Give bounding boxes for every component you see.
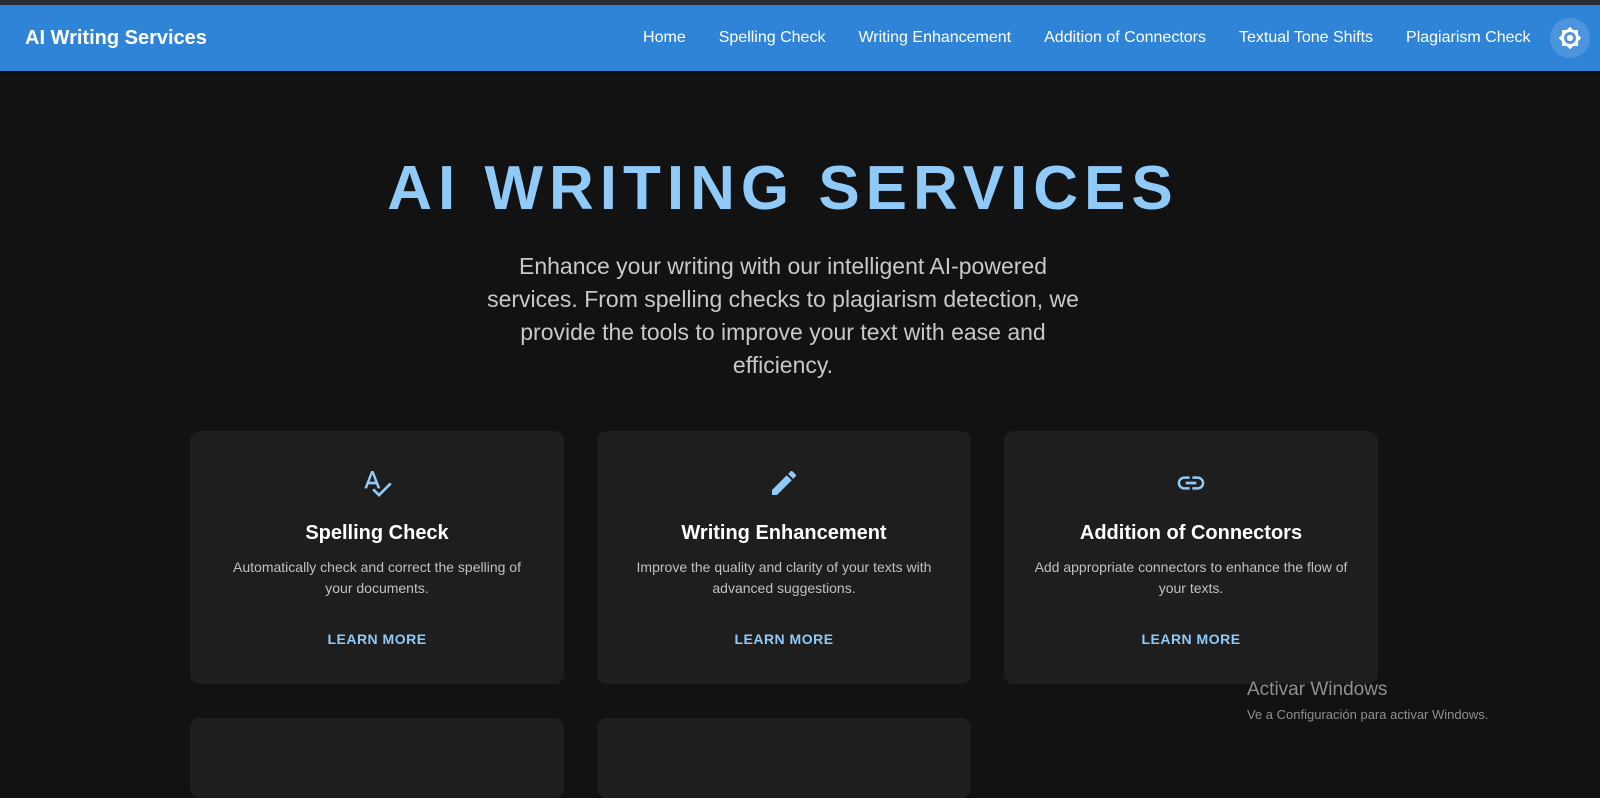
theme-toggle-button[interactable] xyxy=(1550,18,1590,58)
hero-title: AI WRITING SERVICES xyxy=(387,154,1179,223)
main-nav: Home Spelling Check Writing Enhancement … xyxy=(627,5,1590,71)
watermark-subtitle: Ve a Configuración para activar Windows. xyxy=(1247,707,1489,722)
learn-more-button[interactable]: LEARN MORE xyxy=(1004,631,1378,647)
windows-activation-watermark: Activar Windows Ve a Configuración para … xyxy=(1247,678,1488,724)
app-bar: AI Writing Services Home Spelling Check … xyxy=(0,5,1600,71)
nav-spelling-check[interactable]: Spelling Check xyxy=(702,5,842,71)
card-description: Add appropriate connectors to enhance th… xyxy=(1034,559,1348,596)
card-description: Improve the quality and clarity of your … xyxy=(636,559,932,596)
nav-writing-enhancement[interactable]: Writing Enhancement xyxy=(842,5,1028,71)
card-title: Spelling Check xyxy=(305,522,449,544)
hero-subtitle: Enhance your writing with our intelligen… xyxy=(487,253,1079,378)
service-card-addition-of-connectors: Addition of Connectors Add appropriate c… xyxy=(1004,431,1378,684)
learn-more-button[interactable]: LEARN MORE xyxy=(190,631,564,647)
card-title: Addition of Connectors xyxy=(1079,522,1303,544)
card-description: Automatically check and correct the spel… xyxy=(233,559,521,596)
nav-home[interactable]: Home xyxy=(627,5,703,71)
nav-addition-of-connectors[interactable]: Addition of Connectors xyxy=(1028,5,1223,71)
service-card-writing-enhancement: Writing Enhancement Improve the quality … xyxy=(597,431,971,684)
nav-textual-tone-shifts[interactable]: Textual Tone Shifts xyxy=(1223,5,1390,71)
brand-title[interactable]: AI Writing Services xyxy=(25,27,207,50)
service-card-spelling-check: Spelling Check Automatically check and c… xyxy=(190,431,564,684)
nav-plagiarism-check[interactable]: Plagiarism Check xyxy=(1390,5,1547,71)
link-icon xyxy=(1177,476,1205,490)
spellcheck-icon xyxy=(364,471,392,497)
sun-icon xyxy=(1558,26,1582,50)
service-card-partial xyxy=(190,718,564,798)
learn-more-button[interactable]: LEARN MORE xyxy=(597,631,971,647)
watermark-title: Activar Windows xyxy=(1247,679,1388,700)
service-card-partial xyxy=(597,718,971,798)
card-title: Writing Enhancement xyxy=(681,522,887,544)
pencil-icon xyxy=(772,470,797,495)
